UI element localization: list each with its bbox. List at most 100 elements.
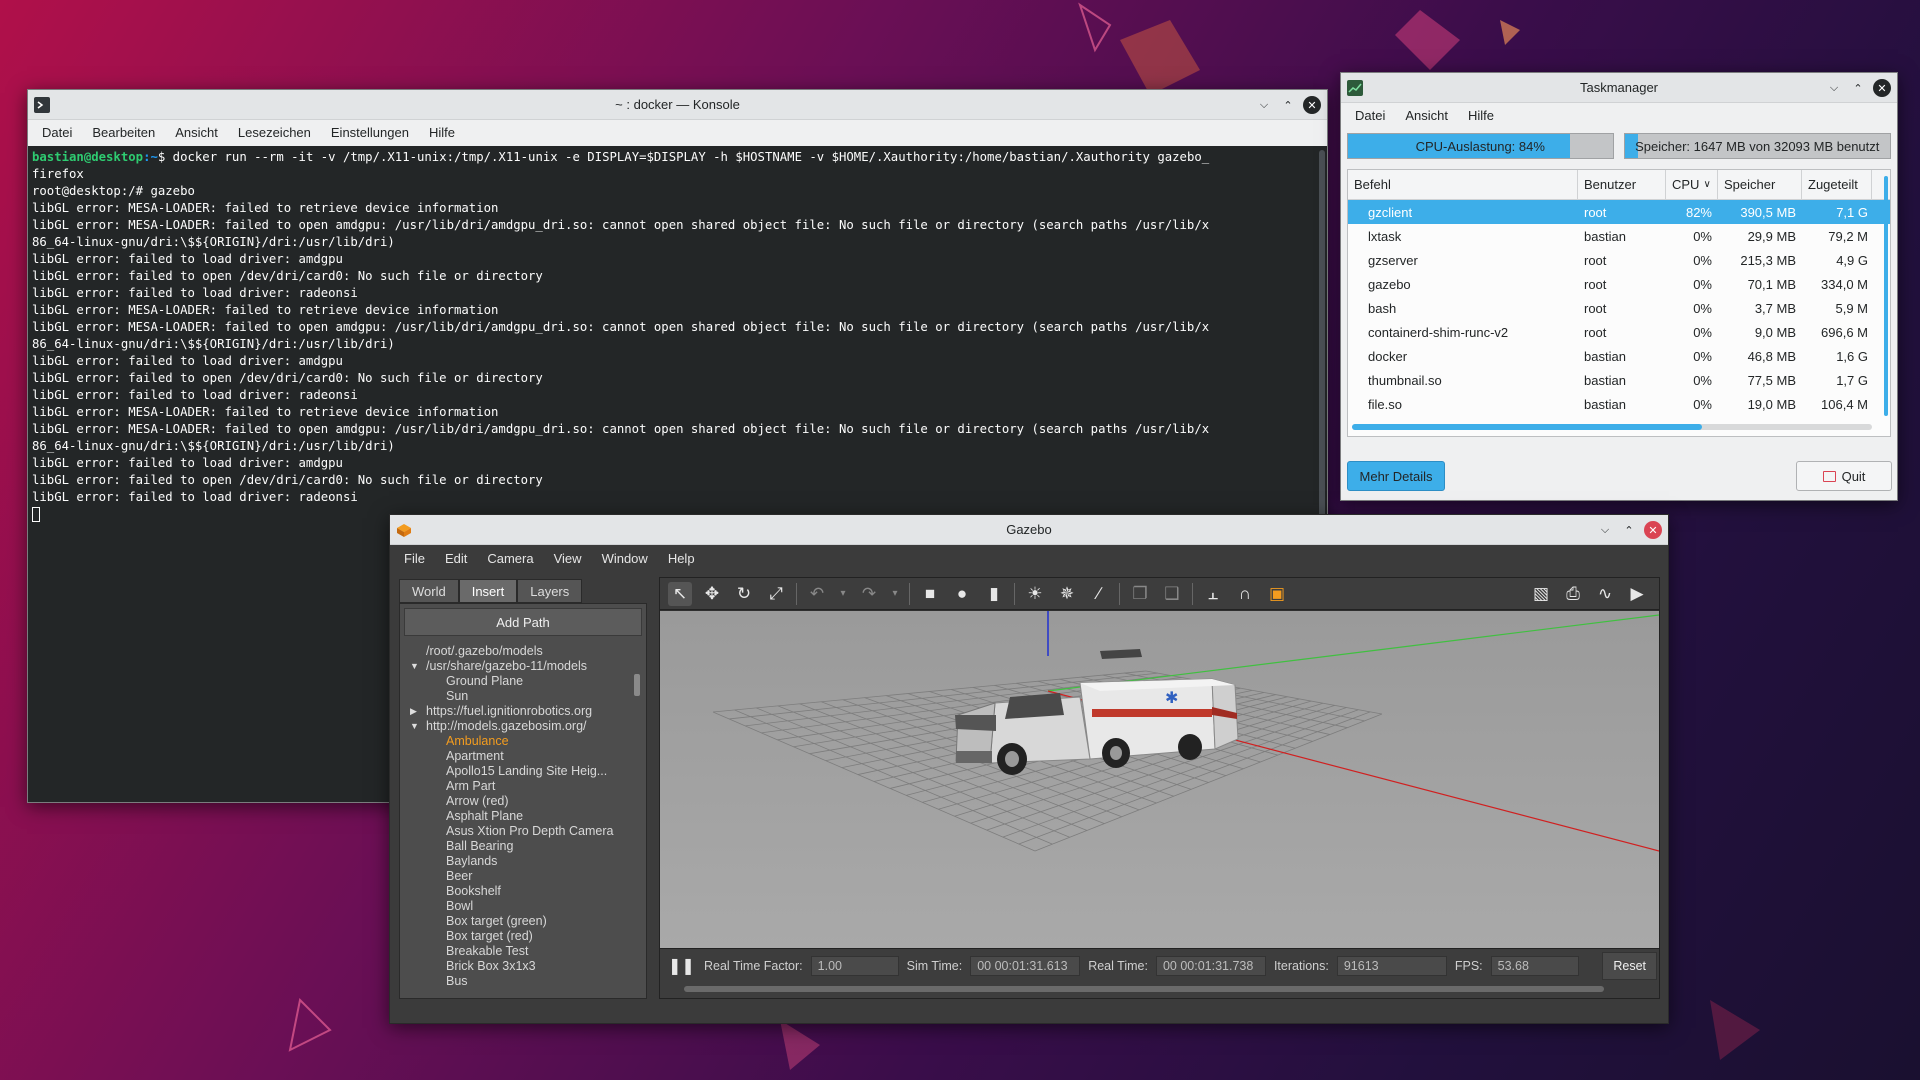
copy-icon[interactable]: ❐ <box>1128 582 1152 606</box>
quit-button[interactable]: Quit <box>1796 461 1892 491</box>
tree-item[interactable]: Apollo15 Landing Site Heig... <box>400 764 646 779</box>
tree-item[interactable]: Ground Plane <box>400 674 646 689</box>
minimize-button[interactable]: ⌵ <box>1596 521 1614 539</box>
3d-scene[interactable]: ✱ <box>660 611 1659 948</box>
table-horizontal-scrollbar[interactable] <box>1352 424 1872 430</box>
menu-file[interactable]: File <box>394 551 435 566</box>
close-button[interactable]: ✕ <box>1644 521 1662 539</box>
menu-lesezeichen[interactable]: Lesezeichen <box>228 125 321 140</box>
tree-item[interactable]: Breakable Test <box>400 944 646 959</box>
translate-tool-icon[interactable]: ✥ <box>700 582 724 606</box>
plot-icon[interactable]: ∿ <box>1593 582 1617 606</box>
minimize-button[interactable]: ⌵ <box>1255 96 1273 114</box>
table-row[interactable]: gzserver root 0% 215,3 MB 4,9 G <box>1348 248 1890 272</box>
tree-item[interactable]: Bowl <box>400 899 646 914</box>
tree-item[interactable]: Bus <box>400 974 646 989</box>
maximize-button[interactable]: ⌃ <box>1620 521 1638 539</box>
gazebo-window[interactable]: Gazebo ⌵ ⌃ ✕ File Edit Camera View Windo… <box>389 514 1669 1024</box>
minimize-button[interactable]: ⌵ <box>1825 79 1843 97</box>
reset-button[interactable]: Reset <box>1602 952 1657 980</box>
table-row[interactable]: file.so bastian 0% 19,0 MB 106,4 M <box>1348 392 1890 416</box>
tree-item[interactable]: Ball Bearing <box>400 839 646 854</box>
process-table[interactable]: Befehl Benutzer CPU ∨ Speicher Zugeteilt … <box>1347 169 1891 437</box>
tab-world[interactable]: World <box>399 579 459 603</box>
tree-item[interactable]: Apartment <box>400 749 646 764</box>
video-record-icon[interactable]: ▶ <box>1625 582 1649 606</box>
cylinder-shape-icon[interactable]: ▮ <box>982 582 1006 606</box>
menu-ansicht[interactable]: Ansicht <box>1395 108 1458 123</box>
expand-down-icon[interactable]: ▼ <box>410 719 419 734</box>
table-row[interactable]: lxtask bastian 0% 29,9 MB 79,2 M <box>1348 224 1890 248</box>
column-benutzer[interactable]: Benutzer <box>1578 170 1666 199</box>
close-button[interactable]: ✕ <box>1303 96 1321 114</box>
status-scrollbar[interactable] <box>684 986 1604 992</box>
table-row[interactable]: docker bastian 0% 46,8 MB 1,6 G <box>1348 344 1890 368</box>
tree-item[interactable]: Bookshelf <box>400 884 646 899</box>
taskmanager-window[interactable]: Taskmanager ⌵ ⌃ ✕ Datei Ansicht Hilfe CP… <box>1340 72 1898 501</box>
expand-right-icon[interactable]: ▶ <box>410 704 417 719</box>
menu-help[interactable]: Help <box>658 551 705 566</box>
more-details-button[interactable]: Mehr Details <box>1347 461 1445 491</box>
align-icon[interactable]: ⫠ <box>1201 582 1225 606</box>
tree-folder[interactable]: ▼ http://models.gazebosim.org/ <box>400 719 646 734</box>
screenshot-icon[interactable]: ▧ <box>1529 582 1553 606</box>
menu-view[interactable]: View <box>544 551 592 566</box>
menu-hilfe[interactable]: Hilfe <box>419 125 465 140</box>
menu-bearbeiten[interactable]: Bearbeiten <box>82 125 165 140</box>
tree-item[interactable]: Ambulance <box>400 734 646 749</box>
table-row[interactable]: containerd-shim-runc-v2 root 0% 9,0 MB 696,6… <box>1348 320 1890 344</box>
column-speicher[interactable]: Speicher <box>1718 170 1802 199</box>
expand-down-icon[interactable]: ▼ <box>410 659 419 674</box>
tree-item[interactable]: Asphalt Plane <box>400 809 646 824</box>
spot-light-icon[interactable]: ✵ <box>1055 582 1079 606</box>
menu-edit[interactable]: Edit <box>435 551 477 566</box>
menu-camera[interactable]: Camera <box>477 551 543 566</box>
paste-icon[interactable]: ❑ <box>1160 582 1184 606</box>
tree-item[interactable]: Box target (red) <box>400 929 646 944</box>
change-view-icon[interactable]: ▣ <box>1265 582 1289 606</box>
tree-folder[interactable]: ▼ /usr/share/gazebo-11/models <box>400 659 646 674</box>
table-row[interactable]: gzclient root 82% 390,5 MB 7,1 G <box>1348 200 1890 224</box>
rotate-tool-icon[interactable]: ↻ <box>732 582 756 606</box>
undo-dropdown-icon[interactable]: ▾ <box>837 582 849 606</box>
scrollbar-thumb[interactable] <box>1352 424 1702 430</box>
log-icon[interactable]: ⎙ <box>1561 582 1585 606</box>
tree-item[interactable]: Sun <box>400 689 646 704</box>
tree-item[interactable]: Baylands <box>400 854 646 869</box>
tree-item[interactable]: Arm Part <box>400 779 646 794</box>
scale-tool-icon[interactable]: ⤢ <box>764 582 788 606</box>
konsole-titlebar[interactable]: ~ : docker — Konsole ⌵ ⌃ ✕ <box>28 90 1327 120</box>
gazebo-viewport[interactable]: ↖ ✥ ↻ ⤢ ↶ ▾ ↷ ▾ ■ ● ▮ ☀ ✵ ∕ ❐ ❑ ⫠ ∩ ▣ ▧ … <box>659 577 1660 999</box>
taskmanager-titlebar[interactable]: Taskmanager ⌵ ⌃ ✕ <box>1341 73 1897 103</box>
directional-light-icon[interactable]: ∕ <box>1087 582 1111 606</box>
maximize-button[interactable]: ⌃ <box>1279 96 1297 114</box>
select-tool-icon[interactable]: ↖ <box>668 581 692 606</box>
add-path-button[interactable]: Add Path <box>404 608 642 636</box>
pause-icon[interactable]: ❚❚ <box>668 956 695 976</box>
table-row[interactable]: thumbnail.so bastian 0% 77,5 MB 1,7 G <box>1348 368 1890 392</box>
menu-datei[interactable]: Datei <box>1345 108 1395 123</box>
redo-icon[interactable]: ↷ <box>857 582 881 606</box>
menu-hilfe[interactable]: Hilfe <box>1458 108 1504 123</box>
tree-item[interactable]: Arrow (red) <box>400 794 646 809</box>
tree-folder[interactable]: ▶ https://fuel.ignitionrobotics.org <box>400 704 646 719</box>
table-row[interactable]: gazebo root 0% 70,1 MB 334,0 M <box>1348 272 1890 296</box>
tree-item[interactable]: Brick Box 3x1x3 <box>400 959 646 974</box>
menu-einstellungen[interactable]: Einstellungen <box>321 125 419 140</box>
tab-layers[interactable]: Layers <box>517 579 583 603</box>
menu-ansicht[interactable]: Ansicht <box>165 125 228 140</box>
gazebo-titlebar[interactable]: Gazebo ⌵ ⌃ ✕ <box>390 515 1668 545</box>
table-row[interactable]: bash root 0% 3,7 MB 5,9 M <box>1348 296 1890 320</box>
close-button[interactable]: ✕ <box>1873 79 1891 97</box>
tab-insert[interactable]: Insert <box>458 579 518 603</box>
column-befehl[interactable]: Befehl <box>1348 170 1578 199</box>
tree-item[interactable]: Asus Xtion Pro Depth Camera <box>400 824 646 839</box>
box-shape-icon[interactable]: ■ <box>918 582 942 606</box>
undo-icon[interactable]: ↶ <box>805 582 829 606</box>
point-light-icon[interactable]: ☀ <box>1023 582 1047 606</box>
menu-datei[interactable]: Datei <box>32 125 82 140</box>
snap-icon[interactable]: ∩ <box>1233 582 1257 606</box>
redo-dropdown-icon[interactable]: ▾ <box>889 582 901 606</box>
tree-scrollbar[interactable] <box>634 674 640 696</box>
sphere-shape-icon[interactable]: ● <box>950 582 974 606</box>
